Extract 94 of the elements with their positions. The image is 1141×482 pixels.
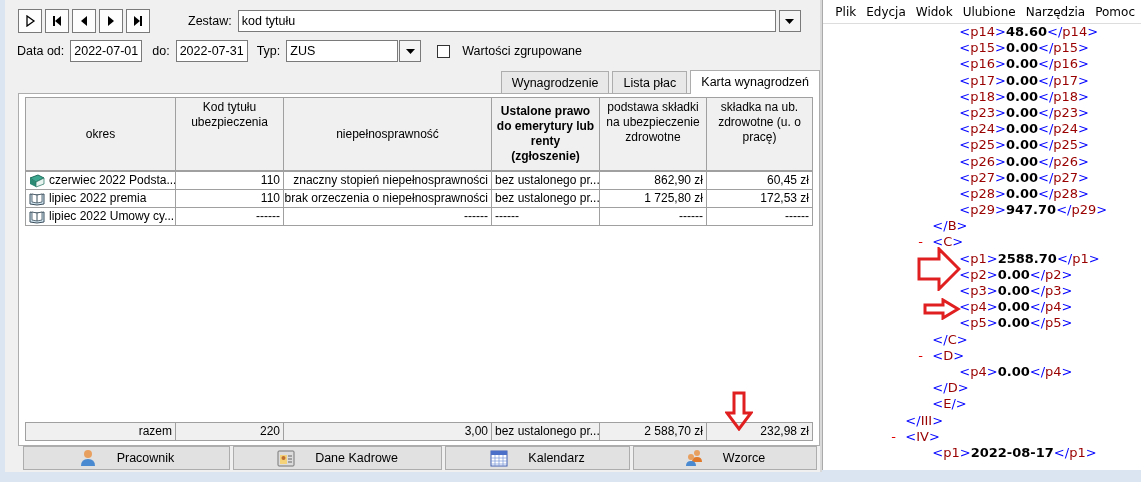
menu-item[interactable]: Ulubione [958, 4, 1022, 19]
dropdown-arrow-icon [405, 48, 415, 54]
total-cell: 232,98 zł [760, 424, 809, 439]
table-cell: ------ [256, 209, 280, 224]
xml-line: <p16>0.00</p16> [959, 56, 1089, 73]
table-cell: bez ustalonego pr... [495, 191, 599, 206]
table-cell: 110 [260, 191, 280, 206]
play-icon [24, 15, 36, 27]
id-card-icon [277, 449, 296, 467]
xml-line: <p29>947.70</p29> [959, 202, 1108, 219]
xml-line: <p24>0.00</p24> [959, 121, 1089, 138]
xml-line: <p25>0.00</p25> [959, 137, 1089, 154]
xml-line: </B> [932, 218, 968, 235]
type-field[interactable]: ZUS [286, 40, 399, 62]
menu-item[interactable]: Plik [831, 4, 863, 19]
date-to-field[interactable]: 2022-07-31 [175, 40, 248, 62]
xml-line: <p14>48.60</p14> [959, 24, 1099, 41]
xml-line: <p15>0.00</p15> [959, 40, 1089, 57]
toolbar-button[interactable]: Dane Kadrowe [233, 446, 442, 470]
xml-line: <C> [932, 234, 964, 251]
menu-item[interactable]: Narzędzia [1021, 4, 1092, 19]
dropdown-button[interactable] [399, 40, 422, 62]
checkbox-label: Wartości zgrupowane [462, 44, 582, 58]
date-from-label: Data od: [17, 44, 65, 58]
dropdown-arrow-icon [785, 18, 795, 24]
xml-line: <D> [932, 347, 965, 364]
people-icon [684, 449, 703, 467]
xml-line: <p4>0.00</p4> [959, 363, 1073, 381]
xml-line: <p3>0.00</p3> [959, 283, 1073, 300]
xml-line: <p1>2588.70</p1> [959, 250, 1100, 267]
xml-line: <p17>0.00</p17> [959, 72, 1089, 89]
table-cell: znaczny stopień niepełnosprawności [293, 173, 488, 188]
table-cell: bez ustalonego pr... [495, 173, 599, 188]
last-record-button[interactable] [126, 9, 150, 33]
last-record-icon [132, 15, 144, 27]
play-button[interactable] [18, 9, 42, 33]
xml-line: <p1>2022-08-17</p1> [932, 444, 1097, 462]
table-cell: czerwiec 2022 Podsta... [49, 173, 175, 188]
toolbar-button[interactable]: Wzorce [633, 446, 817, 470]
xml-line: <IV> [905, 428, 940, 445]
total-cell: 2 588,70 zł [644, 424, 703, 439]
total-cell: 3,00 [464, 424, 488, 439]
total-cell: bez ustalonego pr... [495, 424, 600, 439]
previous-button[interactable] [72, 9, 96, 33]
tab[interactable]: Karta wynagrodzeń [690, 70, 820, 94]
collapse-toggle[interactable]: - [918, 347, 924, 364]
xml-line: </C> [932, 331, 968, 348]
first-record-button[interactable] [45, 9, 69, 33]
table-cell: ------ [464, 209, 488, 224]
table-cell: 172,53 zł [760, 191, 809, 206]
type-label: Typ: [256, 44, 281, 58]
table-cell: brak orzeczenia o niepełnosprawności [284, 191, 488, 206]
xml-line: <p5>0.00</p5> [959, 315, 1073, 332]
table-cell: lipiec 2022 premia [49, 191, 147, 206]
table-cell: ------ [679, 209, 703, 224]
table-cell: lipiec 2022 Umowy cy... [49, 209, 175, 224]
menu-item[interactable]: Pomoc [1091, 4, 1141, 19]
menu-item[interactable]: Widok [911, 4, 959, 19]
table-cell: 1 725,80 zł [644, 191, 703, 206]
collapse-toggle[interactable]: - [918, 234, 924, 251]
toolbar-button[interactable]: Kalendarz [445, 446, 630, 470]
xml-line: <p26>0.00</p26> [959, 153, 1089, 170]
table-cell: 60,45 zł [766, 173, 809, 188]
dropdown-button[interactable] [778, 10, 801, 32]
tab[interactable]: Lista płac [612, 71, 688, 93]
calendar-icon [490, 449, 509, 467]
total-cell: razem [138, 424, 172, 439]
collapse-toggle[interactable]: - [891, 428, 897, 445]
xml-line: </D> [932, 380, 969, 397]
tab[interactable]: Wynagrodzenie [500, 71, 610, 93]
date-to-label: do: [152, 44, 170, 58]
book-icon [29, 173, 45, 188]
table-cell: 862,90 zł [654, 173, 703, 188]
zestaw-label: Zestaw: [188, 14, 232, 28]
person-icon [78, 449, 97, 467]
xml-line: </III> [905, 412, 944, 429]
xml-line: <p28>0.00</p28> [959, 185, 1089, 203]
xml-line: <E/> [932, 396, 967, 413]
checkbox[interactable] [437, 44, 451, 58]
xml-line: <p27>0.00</p27> [959, 169, 1089, 186]
xml-line: <p18>0.00</p18> [959, 88, 1089, 105]
table-cell: ------ [785, 209, 809, 224]
first-record-icon [51, 15, 63, 27]
xml-line: <p4>0.00</p4> [959, 299, 1073, 316]
xml-line: <p2>0.00</p2> [959, 266, 1073, 283]
date-from-field[interactable]: 2022-07-01 [70, 40, 143, 62]
menu-item[interactable]: Edycja [862, 4, 912, 19]
table-cell: 110 [260, 173, 280, 188]
toolbar-button[interactable]: Pracownik [23, 446, 230, 470]
total-cell: 220 [259, 424, 280, 439]
next-button[interactable] [99, 9, 123, 33]
xml-line: <p23>0.00</p23> [959, 104, 1089, 122]
zestaw-field[interactable]: kod tytułu [237, 10, 776, 32]
table-cell: ------ [495, 209, 519, 224]
